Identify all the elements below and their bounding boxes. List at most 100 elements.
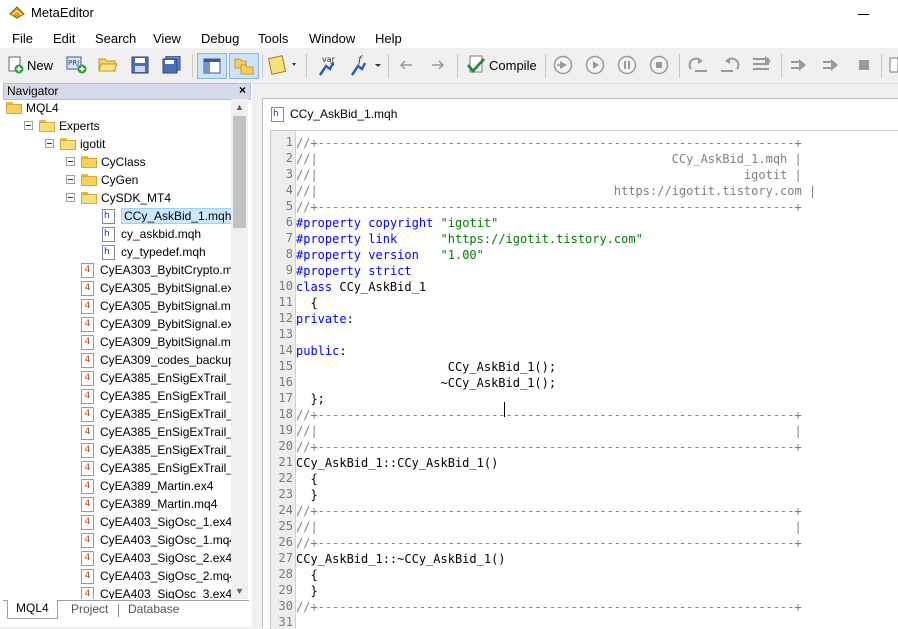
code-line[interactable]: public: (296, 343, 347, 359)
code-line[interactable]: { (296, 471, 317, 487)
save-button[interactable] (131, 54, 149, 76)
code-line[interactable]: } (296, 487, 317, 503)
menu-file[interactable]: File (12, 31, 33, 46)
tab-project[interactable]: Project (71, 602, 108, 616)
tree-item[interactable]: 4 CyEA385_EnSigExTrail_2.r (81, 423, 231, 441)
tree-item[interactable]: Experts (39, 117, 100, 135)
code-line[interactable]: #property version "1.00" (296, 247, 484, 263)
menu-help[interactable]: Help (375, 31, 402, 46)
code-line[interactable]: }; (296, 391, 324, 407)
scroll-down-arrow-icon[interactable]: ▼ (231, 583, 248, 599)
new-project-button[interactable]: PRJ (66, 54, 88, 76)
tree-item[interactable]: h cy_typedef.mqh (102, 243, 206, 261)
tree-item[interactable]: MQL4 (6, 99, 59, 117)
navigator-close-button[interactable]: × (239, 83, 246, 97)
tree-item[interactable]: 4 CyEA385_EnSigExTrail_3.e (81, 441, 231, 459)
tree-item[interactable]: 4 CyEA305_BybitSignal.mq (81, 297, 231, 315)
tree-item[interactable]: CyGen (81, 171, 138, 189)
menu-debug[interactable]: Debug (201, 31, 239, 46)
styler-button[interactable] (268, 54, 300, 76)
code-line[interactable]: //+-------------------------------------… (296, 199, 802, 215)
tree-item[interactable]: CySDK_MT4 (81, 189, 171, 207)
navigator-toggle-button[interactable] (197, 53, 227, 79)
navigator-scrollbar[interactable]: ▲ ▼ (231, 99, 248, 599)
code-line[interactable]: //+-------------------------------------… (296, 407, 802, 423)
tree-item[interactable]: 4 CyEA385_EnSigExTrail_1.e (81, 369, 231, 387)
tree-item[interactable]: 4 CyEA309_codes_backup.r (81, 351, 231, 369)
stop-button[interactable] (649, 54, 669, 76)
save-all-button[interactable] (162, 54, 182, 76)
forward-button[interactable] (430, 54, 446, 76)
menu-tools[interactable]: Tools (258, 31, 288, 46)
tree-item[interactable]: CyClass (81, 153, 146, 171)
tree-item[interactable]: 4 CyEA389_Martin.mq4 (81, 495, 217, 513)
profiling-button[interactable] (790, 54, 808, 76)
tree-item[interactable]: 4 CyEA389_Martin.ex4 (81, 477, 213, 495)
step-over-button[interactable] (719, 54, 741, 76)
code-line[interactable]: //| | (296, 519, 802, 535)
minimize-button[interactable] (858, 6, 870, 22)
tree-item[interactable]: 4 CyEA403_SigOsc_1.ex4 (81, 513, 231, 531)
insert-function-button[interactable]: f (348, 54, 384, 76)
tree-item[interactable]: 4 CyEA403_SigOsc_2.ex4 (81, 549, 231, 567)
code-line[interactable]: #property link "https://igotit.tistory.c… (296, 231, 643, 247)
code-line[interactable]: #property strict (296, 263, 412, 279)
code-line[interactable]: class CCy_AskBid_1 (296, 279, 426, 295)
scrollbar-thumb[interactable] (233, 116, 246, 228)
step-into-button[interactable] (687, 54, 709, 76)
code-line[interactable]: //| igotit | (296, 167, 802, 183)
tree-item[interactable]: 4 CyEA309_BybitSignal.ex4 (81, 315, 231, 333)
menu-search[interactable]: Search (95, 31, 136, 46)
stop-profiling-button[interactable] (857, 54, 871, 76)
menu-window[interactable]: Window (309, 31, 355, 46)
code-line[interactable]: //+-------------------------------------… (296, 135, 802, 151)
code-line[interactable]: //| | (296, 423, 802, 439)
code-line[interactable]: //+-------------------------------------… (296, 599, 802, 615)
tab-mql4[interactable]: MQL4 (7, 600, 58, 619)
tree-item[interactable]: 4 CyEA403_SigOsc_2.mq4 (81, 567, 231, 585)
code-line[interactable]: //+-------------------------------------… (296, 535, 802, 551)
code-line[interactable]: { (296, 295, 317, 311)
tree-item[interactable]: h CCy_AskBid_1.mqh (102, 207, 231, 225)
tree-item[interactable]: igotit (60, 135, 105, 153)
code-line[interactable]: CCy_AskBid_1(); (296, 359, 556, 375)
menu-view[interactable]: View (153, 31, 181, 46)
tab-database[interactable]: Database (128, 602, 179, 616)
code-line[interactable]: CCy_AskBid_1::CCy_AskBid_1() (296, 455, 498, 471)
insert-variable-button[interactable]: var (316, 54, 342, 76)
toolbox-toggle-button[interactable] (229, 53, 259, 79)
tree-item[interactable]: 4 CyEA403_SigOsc_3.ex4 (81, 585, 231, 599)
tree-expander-icon[interactable] (66, 157, 75, 166)
tree-item[interactable]: 4 CyEA303_BybitCrypto.mc (81, 261, 231, 279)
document-tab[interactable]: h CCy_AskBid_1.mqh (271, 103, 397, 125)
code-line[interactable]: private: (296, 311, 354, 327)
tree-expander-icon[interactable] (66, 175, 75, 184)
code-line[interactable]: //| CCy_AskBid_1.mqh | (296, 151, 802, 167)
code-line[interactable]: #property copyright "igotit" (296, 215, 498, 231)
tree-item[interactable]: 4 CyEA403_SigOsc_1.mq4 (81, 531, 231, 549)
code-line[interactable]: //+-------------------------------------… (296, 503, 802, 519)
tree-expander-icon[interactable] (66, 193, 75, 202)
pause-button[interactable] (617, 54, 637, 76)
tree-item[interactable]: 4 CyEA385_EnSigExTrail_2.e (81, 405, 231, 423)
code-line[interactable]: { (296, 567, 317, 583)
tree-item[interactable]: 4 CyEA305_BybitSignal.ex4 (81, 279, 231, 297)
debug-start-button[interactable] (553, 54, 573, 76)
step-out-button[interactable] (751, 54, 773, 76)
tree-item[interactable]: 4 CyEA385_EnSigExTrail_1.r (81, 387, 231, 405)
scroll-up-arrow-icon[interactable]: ▲ (231, 99, 248, 115)
open-button[interactable] (98, 54, 118, 76)
tree-expander-icon[interactable] (45, 139, 54, 148)
code-editor[interactable]: 1 2 3 4 5 6 7 8 9 10 11 12 13 14 15 16 17 18 19 20 21 22 23 24 2… (270, 130, 898, 629)
tree-item[interactable]: 4 CyEA309_BybitSignal.mq (81, 333, 231, 351)
tree-item[interactable]: h cy_askbid.mqh (102, 225, 201, 243)
play-button[interactable] (585, 54, 605, 76)
code-line[interactable]: //+-------------------------------------… (296, 439, 802, 455)
new-button[interactable]: New (6, 54, 53, 76)
code-line[interactable]: //| https://igotit.tistory.com | (296, 183, 816, 199)
menu-edit[interactable]: Edit (53, 31, 75, 46)
back-button[interactable] (398, 54, 414, 76)
tree-item[interactable]: 4 CyEA385_EnSigExTrail_3.r (81, 459, 231, 477)
more-button[interactable] (888, 54, 898, 76)
tree-expander-icon[interactable] (24, 121, 33, 130)
